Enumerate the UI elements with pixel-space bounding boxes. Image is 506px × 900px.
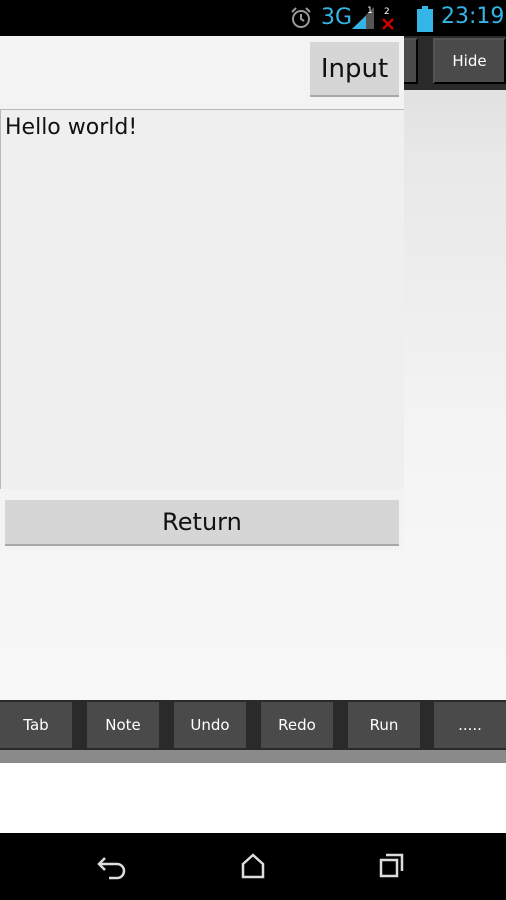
home-icon[interactable] [236,850,270,882]
redo-button[interactable]: Redo [261,702,333,748]
back-icon[interactable] [95,850,129,882]
sim2-no-signal-icon: 2 [382,7,394,30]
note-button[interactable]: Note [87,702,159,748]
input-dialog: Input Hello world! Return [0,36,404,550]
output-area[interactable]: Hello world! [0,109,404,489]
output-text: Hello world! [5,115,138,140]
signal-icon: 1 [352,6,374,29]
undo-button[interactable]: Undo [174,702,246,748]
battery-icon [417,6,433,32]
input-button[interactable]: Input [310,42,399,97]
clock: 23:19 [441,4,505,29]
tab-button[interactable]: Tab [0,702,72,748]
bottom-toolbar [0,700,506,750]
svg-text:2: 2 [384,7,390,17]
bottom-blank-area [0,763,506,833]
alarm-icon [291,7,311,28]
recent-apps-icon[interactable] [375,850,409,882]
svg-text:1: 1 [367,6,373,16]
return-button[interactable]: Return [5,500,399,546]
status-bar: 3G 1 2 23:19 [0,0,506,36]
hide-button[interactable]: Hide [433,38,506,84]
more-button[interactable]: ..... [434,702,506,748]
bottom-divider [0,750,506,763]
run-button[interactable]: Run [348,702,420,748]
network-type: 3G [321,5,353,30]
